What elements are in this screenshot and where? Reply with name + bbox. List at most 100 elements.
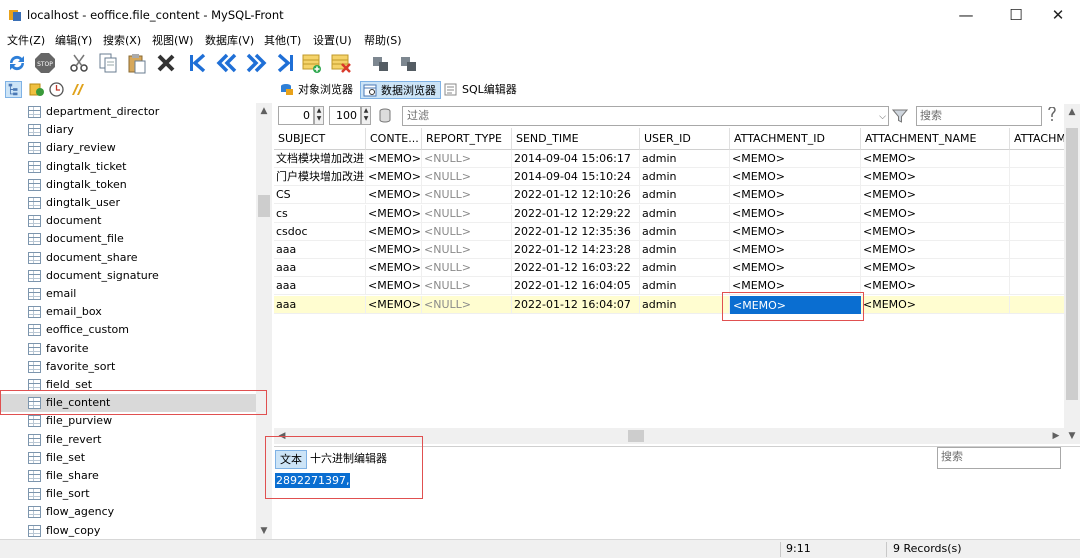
sql-history-icon[interactable] xyxy=(69,81,86,98)
minimize-button[interactable]: — xyxy=(946,4,986,26)
cell-report-type[interactable]: <NULL> xyxy=(422,150,512,168)
cell-user-id[interactable]: admin xyxy=(640,168,730,187)
last-record-icon[interactable] xyxy=(274,52,296,74)
database-tree[interactable]: department_director diary diary_review ding… xyxy=(0,103,272,539)
cell-attachment-name[interactable]: <MEMO> xyxy=(861,186,1010,205)
cell-report-type[interactable]: <NULL> xyxy=(422,277,512,296)
bookmarks-icon[interactable] xyxy=(28,81,45,98)
cell-subject[interactable]: aaa xyxy=(274,241,366,259)
grid-scroll-right-arrow[interactable]: ▶ xyxy=(1048,428,1064,444)
table-row[interactable]: 文档模块增加改进 <MEMO> <NULL> 2014-09-04 15:06:17 a… xyxy=(274,150,1064,168)
tree-item-file-purview[interactable]: file_purview xyxy=(0,412,256,430)
tree-item-email-box[interactable]: email_box xyxy=(0,303,256,321)
cell-attachment-id[interactable]: <MEMO> xyxy=(730,168,861,187)
stop-icon[interactable]: STOP xyxy=(34,52,56,74)
delete-record-icon[interactable] xyxy=(330,52,352,74)
cell-content[interactable]: <MEMO> xyxy=(366,241,422,259)
limit-toggle-icon[interactable] xyxy=(378,108,392,123)
post-icon[interactable] xyxy=(370,52,392,74)
cell-attachment-extra[interactable] xyxy=(1010,296,1064,314)
cell-attachment-name[interactable]: <MEMO> xyxy=(861,168,1010,187)
cell-send-time[interactable]: 2022-01-12 16:04:07 xyxy=(512,295,640,314)
cell-content[interactable]: <MEMO> xyxy=(366,259,422,278)
cell-attachment-extra[interactable] xyxy=(1010,205,1064,223)
refresh-icon[interactable] xyxy=(6,52,28,74)
first-record-icon[interactable] xyxy=(187,52,209,74)
cell-report-type[interactable]: <NULL> xyxy=(422,168,512,187)
cell-attachment-extra[interactable] xyxy=(1010,241,1064,259)
cell-content[interactable]: <MEMO> xyxy=(366,222,422,241)
cell-content[interactable]: <MEMO> xyxy=(366,186,422,205)
menu-file[interactable]: 文件(Z) xyxy=(7,32,45,48)
table-row[interactable]: aaa <MEMO> <NULL> 2022-01-12 14:23:28 admin <… xyxy=(274,241,1064,259)
menu-edit[interactable]: 编辑(Y) xyxy=(55,32,92,48)
cell-attachment-name[interactable]: <MEMO> xyxy=(861,222,1010,241)
tree-scroll-down-arrow[interactable]: ▼ xyxy=(256,523,272,539)
cell-report-type[interactable]: <NULL> xyxy=(422,222,512,241)
tree-item-file-revert[interactable]: file_revert xyxy=(0,431,256,449)
tree-item-document-signature[interactable]: document_signature xyxy=(0,267,256,285)
cell-content[interactable]: <MEMO> xyxy=(366,204,422,223)
grid-hscrollbar-thumb[interactable] xyxy=(628,430,644,442)
menu-help[interactable]: 帮助(S) xyxy=(364,32,402,48)
cell-attachment-name[interactable]: <MEMO> xyxy=(861,259,1010,278)
cell-attachment-extra[interactable] xyxy=(1010,168,1064,187)
cell-subject[interactable]: aaa xyxy=(274,277,366,296)
cell-send-time[interactable]: 2022-01-12 16:04:05 xyxy=(512,277,640,296)
cell-subject[interactable]: aaa xyxy=(274,295,366,314)
tree-item-dingtalk-ticket[interactable]: dingtalk_ticket xyxy=(0,158,256,176)
tree-item-flow-agency[interactable]: flow_agency xyxy=(0,503,256,521)
cell-content[interactable]: <MEMO> xyxy=(366,168,422,187)
menu-settings[interactable]: 设置(U) xyxy=(313,32,352,48)
cell-content[interactable]: <MEMO> xyxy=(366,150,422,168)
cell-send-time[interactable]: 2022-01-12 12:29:22 xyxy=(512,204,640,223)
cell-report-type[interactable]: <NULL> xyxy=(422,241,512,259)
column-header-send-time[interactable]: SEND_TIME xyxy=(512,128,640,150)
previous-record-icon[interactable] xyxy=(216,52,238,74)
cell-send-time[interactable]: 2022-01-12 16:03:22 xyxy=(512,259,640,278)
cell-report-type[interactable]: <NULL> xyxy=(422,204,512,223)
cell-attachment-id[interactable]: <MEMO> xyxy=(730,222,861,241)
tab-object-browser[interactable]: 对象浏览器 xyxy=(278,81,353,99)
tree-item-favorite-sort[interactable]: favorite_sort xyxy=(0,358,256,376)
tree-view-icon[interactable] xyxy=(5,81,22,98)
cell-user-id[interactable]: admin xyxy=(640,241,730,259)
cell-user-id[interactable]: admin xyxy=(640,277,730,296)
cell-subject[interactable]: csdoc xyxy=(274,222,366,241)
cell-content[interactable]: <MEMO> xyxy=(366,295,422,314)
cell-attachment-extra[interactable] xyxy=(1010,277,1064,296)
tree-item-email[interactable]: email xyxy=(0,285,256,303)
cell-user-id[interactable]: admin xyxy=(640,204,730,223)
grid-scroll-up-arrow[interactable]: ▲ xyxy=(1064,104,1080,120)
column-header-user-id[interactable]: USER_ID xyxy=(640,128,730,150)
next-record-icon[interactable] xyxy=(245,52,267,74)
cell-subject[interactable]: aaa xyxy=(274,259,366,278)
tree-item-file-set[interactable]: file_set xyxy=(0,449,256,467)
delete-icon[interactable] xyxy=(155,52,177,74)
cell-attachment-name[interactable]: <MEMO> xyxy=(861,241,1010,259)
tree-item-dingtalk-user[interactable]: dingtalk_user xyxy=(0,194,256,212)
cell-user-id[interactable]: admin xyxy=(640,222,730,241)
menu-database[interactable]: 数据库(V) xyxy=(205,32,254,48)
cell-subject[interactable]: 文档模块增加改进 xyxy=(274,150,366,168)
cell-attachment-name[interactable]: <MEMO> xyxy=(861,277,1010,296)
insert-record-icon[interactable] xyxy=(301,52,323,74)
cell-user-id[interactable]: admin xyxy=(640,259,730,278)
cell-attachment-extra[interactable] xyxy=(1010,259,1064,278)
menu-view[interactable]: 视图(W) xyxy=(152,32,193,48)
history-icon[interactable] xyxy=(48,81,65,98)
tree-scroll-up-arrow[interactable]: ▲ xyxy=(256,103,272,119)
table-row[interactable]: 门户模块增加改进 <MEMO> <NULL> 2014-09-04 15:10:24 a… xyxy=(274,168,1064,187)
column-header-attachment-extra[interactable]: ATTACHM xyxy=(1010,128,1064,150)
column-header-attachment-name[interactable]: ATTACHMENT_NAME xyxy=(861,128,1010,150)
tree-item-document[interactable]: document xyxy=(0,212,256,230)
cell-user-id[interactable]: admin xyxy=(640,295,730,314)
limit-spinner[interactable]: ▲ ▼ xyxy=(361,106,371,125)
cell-attachment-name[interactable]: <MEMO> xyxy=(861,150,1010,168)
tree-item-document-file[interactable]: document_file xyxy=(0,230,256,248)
cell-attachment-id[interactable]: <MEMO> xyxy=(730,150,861,168)
limit-input[interactable]: 100 xyxy=(329,106,361,125)
offset-input[interactable]: 0 xyxy=(278,106,314,125)
grid-scroll-down-arrow[interactable]: ▼ xyxy=(1064,428,1080,444)
cell-report-type[interactable]: <NULL> xyxy=(422,259,512,278)
